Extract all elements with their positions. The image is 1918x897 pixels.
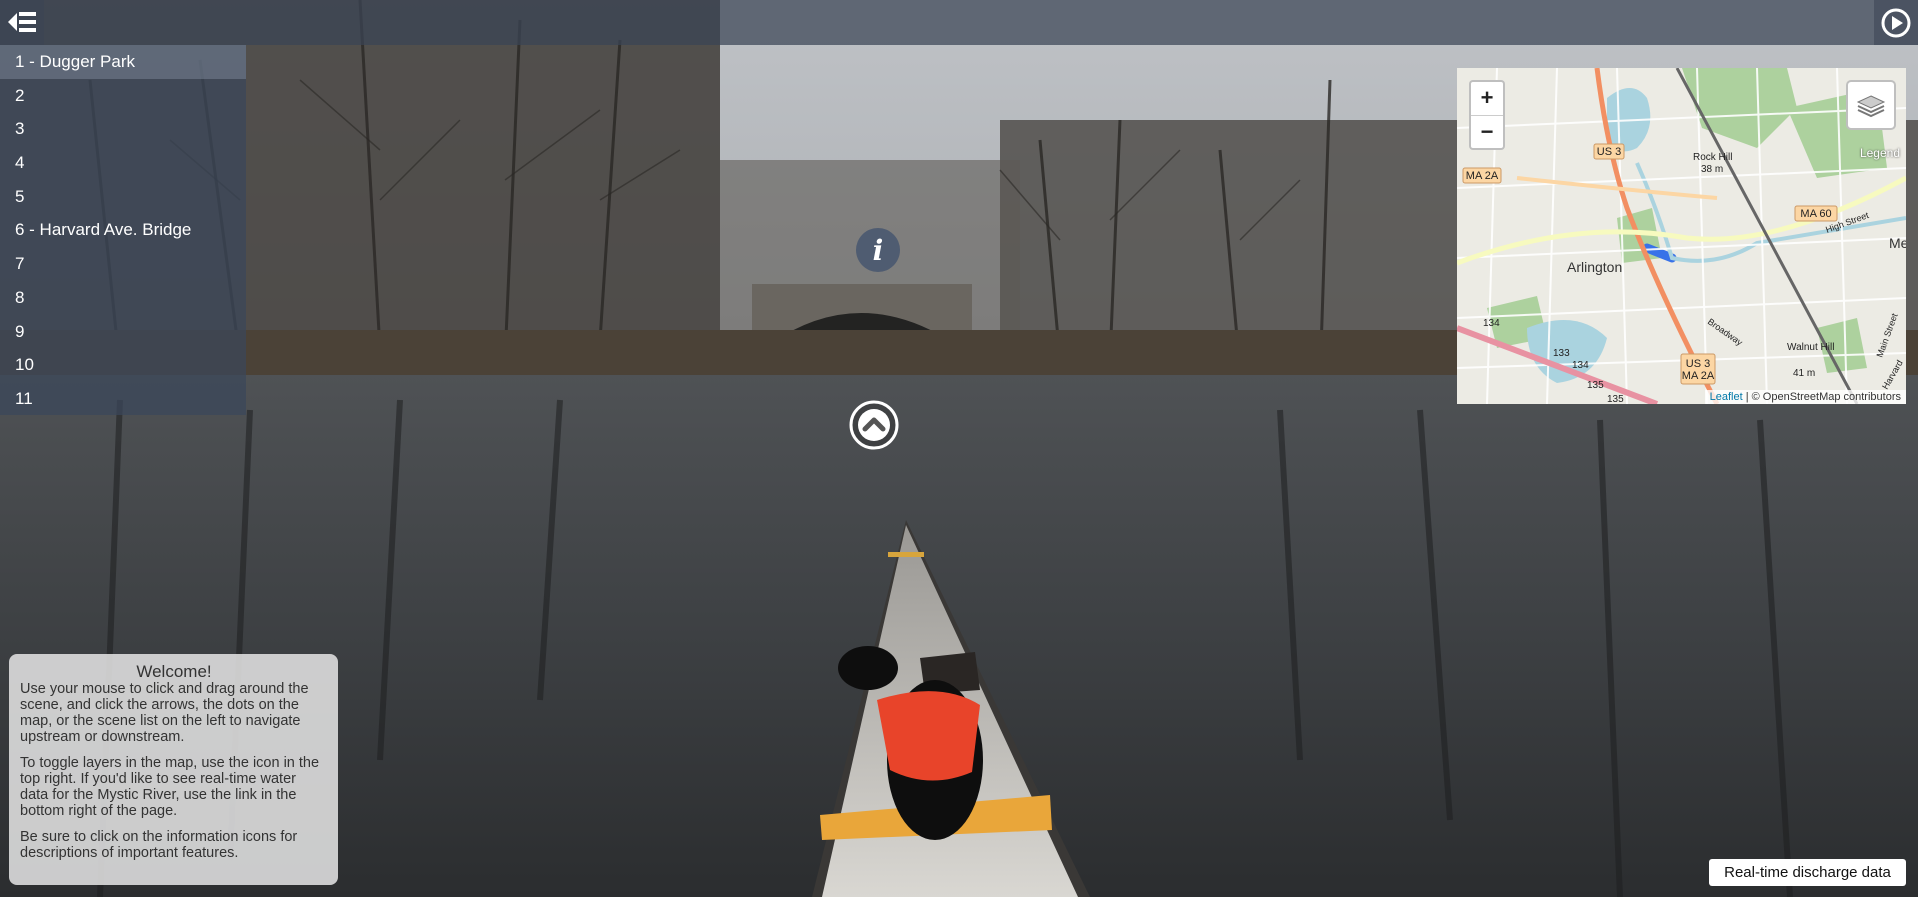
title-bar xyxy=(0,0,1918,45)
map-label-walnut-hill-elev: 41 m xyxy=(1793,368,1815,379)
scene-list-item-1[interactable]: 1 - Dugger Park xyxy=(0,45,246,79)
map-shield-ma60: MA 60 xyxy=(1800,208,1831,220)
map-tiles: US 3 MA 2A MA 60 US 3 MA 2A Arlington Ro… xyxy=(1457,68,1906,404)
chevron-up-icon xyxy=(849,400,899,450)
welcome-paragraph-1: Use your mouse to click and drag around … xyxy=(20,681,309,745)
map-shield-us3-bottom: US 3 xyxy=(1686,358,1710,370)
map-route-135-b: 135 xyxy=(1607,394,1624,404)
svg-text:i: i xyxy=(873,234,884,267)
scene-list-item-2[interactable]: 2 xyxy=(0,79,246,113)
map-label-walnut-hill: Walnut Hill xyxy=(1787,342,1834,353)
map-label-rock-hill: Rock Hill xyxy=(1693,152,1732,163)
autorotate-toggle-button[interactable] xyxy=(1874,0,1918,45)
welcome-paragraph-2: To toggle layers in the map, use the ico… xyxy=(20,755,320,819)
scene-list-item-10[interactable]: 10 xyxy=(0,348,246,382)
map-route-134-b: 134 xyxy=(1572,360,1589,371)
leaflet-map[interactable]: US 3 MA 2A MA 60 US 3 MA 2A Arlington Ro… xyxy=(1457,68,1906,404)
scene-list-item-7[interactable]: 7 xyxy=(0,247,246,281)
scene-list-item-8[interactable]: 8 xyxy=(0,281,246,315)
link-hotspot-upstream[interactable] xyxy=(849,400,899,450)
zoom-in-button[interactable]: + xyxy=(1471,82,1503,116)
map-route-134-a: 134 xyxy=(1483,318,1500,329)
scene-list-item-5[interactable]: 5 xyxy=(0,180,246,214)
scene-list-item-3[interactable]: 3 xyxy=(0,112,246,146)
map-label-arlington: Arlington xyxy=(1567,259,1622,275)
leaflet-link[interactable]: Leaflet xyxy=(1710,391,1743,403)
scene-list-item-4[interactable]: 4 xyxy=(0,146,246,180)
layers-icon xyxy=(1856,95,1886,118)
map-shield-us3: US 3 xyxy=(1597,146,1621,158)
zoom-out-button[interactable]: − xyxy=(1471,116,1503,148)
scene-list-item-6[interactable]: 6 - Harvard Ave. Bridge xyxy=(0,213,246,247)
map-zoom-control: + − xyxy=(1469,80,1505,150)
layers-control-button[interactable] xyxy=(1846,80,1896,130)
map-route-135-a: 135 xyxy=(1587,380,1604,391)
map-route-133: 133 xyxy=(1553,348,1570,359)
list-collapse-icon xyxy=(8,12,36,32)
scene-list-item-9[interactable]: 9 xyxy=(0,315,246,349)
discharge-data-link[interactable]: Real-time discharge data xyxy=(1709,859,1906,886)
welcome-panel: Welcome! Use your mouse to click and dra… xyxy=(9,654,338,885)
map-label-me: Me xyxy=(1889,235,1906,251)
welcome-title: Welcome! xyxy=(136,662,212,681)
scene-list-item-11[interactable]: 11 xyxy=(0,382,246,416)
map-shield-ma2a: MA 2A xyxy=(1466,170,1499,182)
attribution-text: | © OpenStreetMap contributors xyxy=(1745,391,1901,403)
scene-list-toggle-button[interactable] xyxy=(0,0,44,45)
welcome-paragraph-3: Be sure to click on the information icon… xyxy=(20,829,298,861)
scene-list: 1 - Dugger Park 2 3 4 5 6 - Harvard Ave. Brid… xyxy=(0,45,246,415)
map-label-rock-hill-elev: 38 m xyxy=(1701,164,1723,175)
map-attribution: Leaflet | © OpenStreetMap contributors xyxy=(1704,390,1906,404)
info-hotspot[interactable]: i xyxy=(855,227,901,273)
info-icon: i xyxy=(856,228,900,272)
play-circle-icon xyxy=(1881,8,1911,38)
map-legend-label[interactable]: Legend xyxy=(1860,146,1900,160)
map-shield-ma2a-bottom: MA 2A xyxy=(1682,370,1715,382)
